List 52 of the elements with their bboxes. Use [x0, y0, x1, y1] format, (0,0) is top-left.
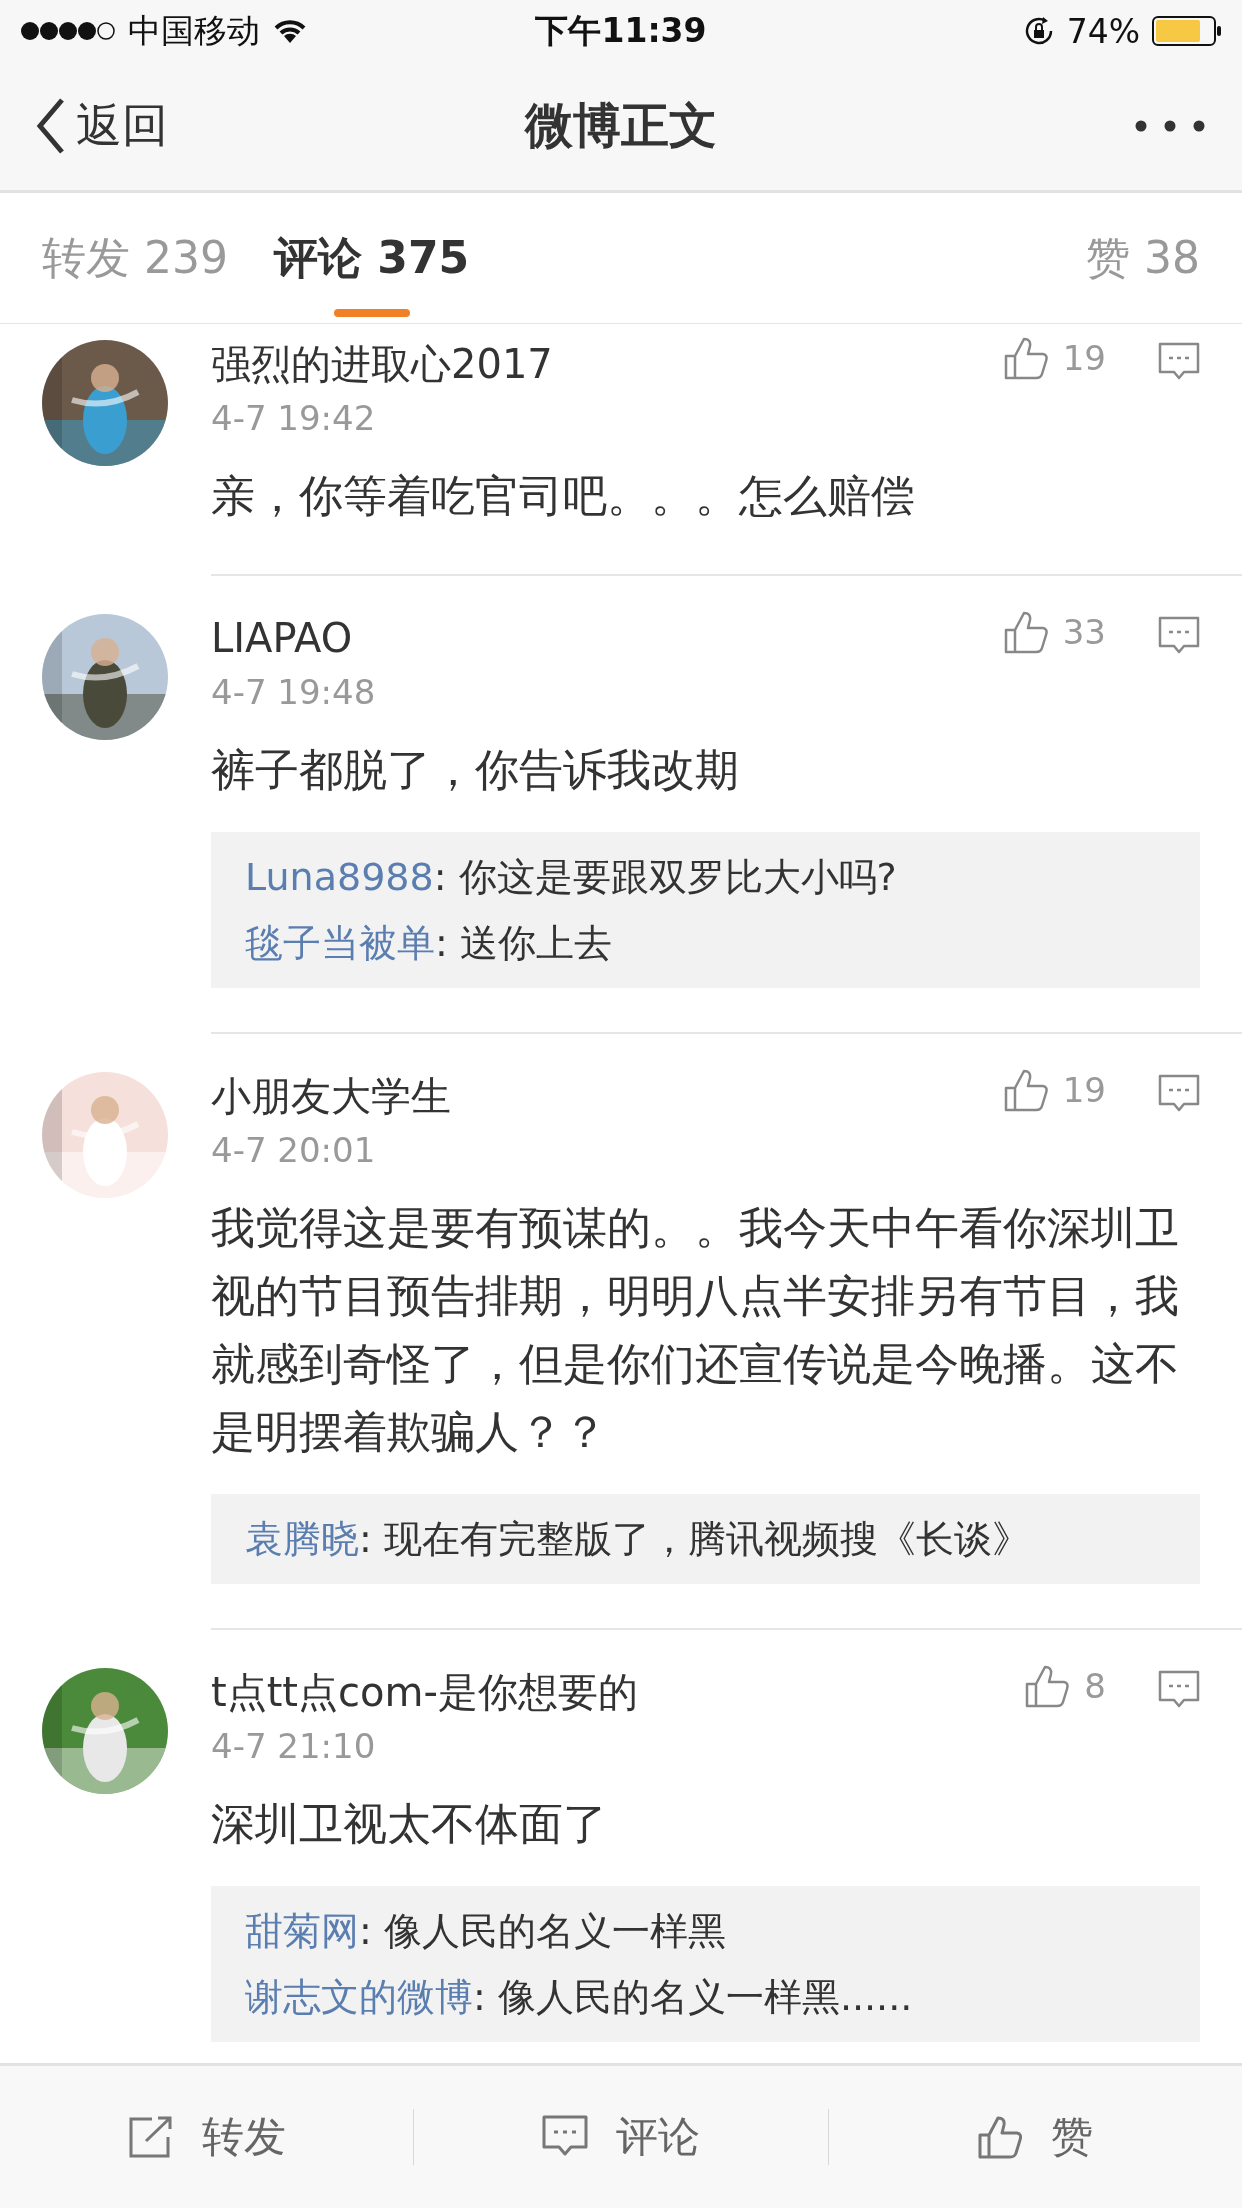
commenter-name[interactable]: 小朋友大学生: [211, 1068, 1003, 1124]
commenter-name[interactable]: 强烈的进取心2017: [211, 336, 1003, 392]
toolbar-button[interactable]: 赞: [828, 2066, 1242, 2208]
reply-user-link[interactable]: 袁腾晓: [245, 1517, 359, 1561]
wifi-icon: [272, 17, 308, 45]
comment-text: 我觉得这是要有预谋的。。我今天中午看你深圳卫视的节目预告排期，明明八点半安排另有节目，我就感到奇怪了，但是你们还宣传说是今晚播。这不是明摆着欺骗人？？: [211, 1201, 1180, 1459]
reply-user-link[interactable]: 毯子当被单: [245, 921, 435, 965]
reply-user-link[interactable]: 甜菊网: [245, 1909, 359, 1953]
comment-time: 4-7 21:10: [211, 1725, 377, 1768]
thumbs-up-icon: [977, 2115, 1024, 2159]
comment-text: 亲，你等着吃官司吧。。。怎么赔偿: [211, 469, 916, 523]
reply-user-link[interactable]: Luna8988: [245, 855, 434, 899]
like-button[interactable]: 33: [1002, 610, 1106, 654]
tab[interactable]: 转发 239: [42, 193, 228, 323]
battery-icon: [1152, 16, 1222, 46]
chevron-left-icon: [36, 98, 66, 154]
commenter-name[interactable]: t点tt点com-是你想要的: [211, 1664, 1025, 1720]
tab[interactable]: 赞 38: [1086, 193, 1200, 323]
page-title: 微博正文: [523, 96, 718, 155]
reply-text: : 现在有完整版了，腾讯视频搜《长谈》: [359, 1517, 1030, 1561]
thumbs-up-icon: [1002, 1068, 1049, 1112]
comment-icon[interactable]: [1158, 342, 1200, 382]
reply-text: : 你这是要跟双罗比大小吗?: [433, 855, 897, 899]
share-icon: [127, 2115, 174, 2159]
carrier-name: 中国移动: [128, 9, 260, 52]
thumbs-up-icon: [1002, 610, 1049, 654]
comment-time: 4-7 20:01: [211, 1129, 377, 1172]
battery-percent: 74%: [1066, 11, 1140, 51]
toolbar-button[interactable]: 转发: [0, 2066, 414, 2208]
like-button[interactable]: 8: [1024, 1664, 1106, 1708]
comment-text: 裤子都脱了，你告诉我改期: [211, 743, 740, 797]
reply-text: : 像人民的名义一样黑: [359, 1909, 726, 1953]
comment-icon[interactable]: [1158, 1074, 1200, 1114]
more-icon[interactable]: [1134, 119, 1206, 133]
reply-text: : 送你上去: [435, 921, 612, 965]
comment-icon[interactable]: [1158, 1670, 1200, 1710]
comment-icon[interactable]: [1158, 616, 1200, 656]
thumbs-up-icon: [1002, 336, 1049, 380]
like-button[interactable]: 19: [1002, 336, 1106, 380]
reply-user-link[interactable]: 谢志文的微博: [245, 1975, 473, 2019]
reply-text: : 像人民的名义一样黑......: [473, 1975, 913, 2019]
signal-icon: [20, 20, 116, 42]
tab[interactable]: 评论 375: [273, 193, 470, 323]
thumbs-up-icon: [1024, 1664, 1071, 1708]
back-button[interactable]: 返回: [36, 95, 168, 157]
comment-time: 4-7 19:42: [211, 397, 377, 440]
comment-text: 深圳卫视太不体面了: [211, 1797, 608, 1851]
comment-time: 4-7 19:48: [211, 671, 377, 714]
commenter-name[interactable]: LIAPAO: [211, 610, 1003, 666]
like-button[interactable]: 19: [1002, 1068, 1106, 1112]
clock-time: 下午11:39: [534, 9, 708, 52]
toolbar-button[interactable]: 评论: [414, 2066, 828, 2208]
